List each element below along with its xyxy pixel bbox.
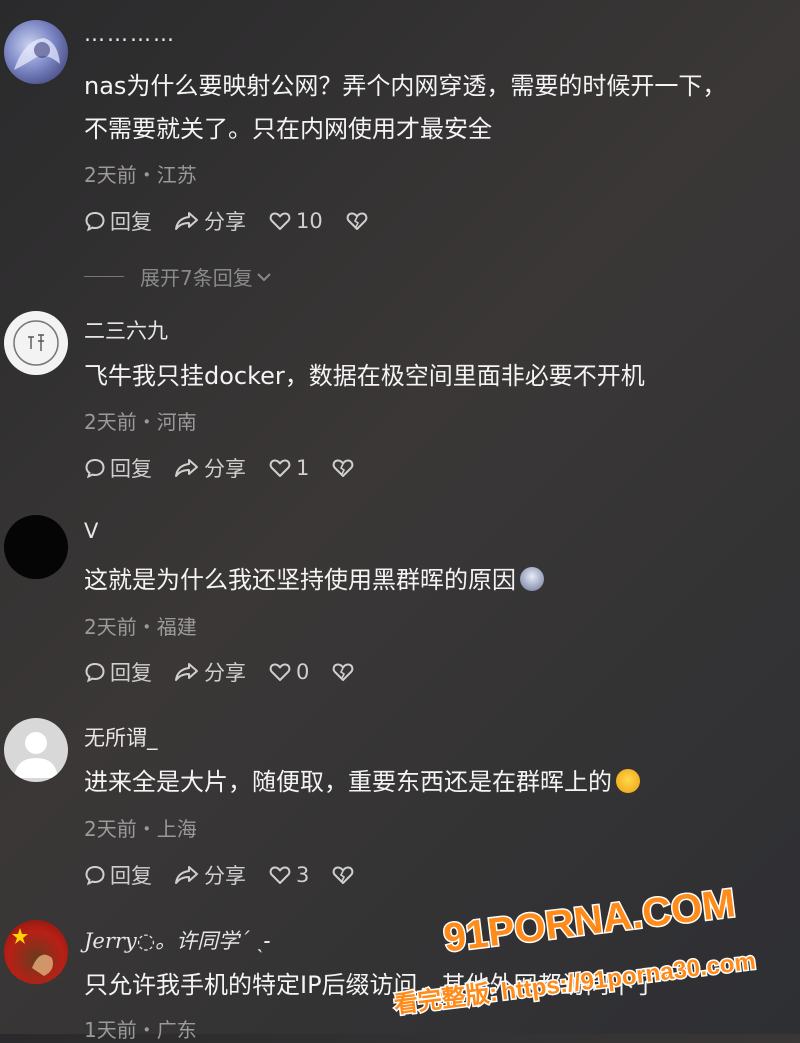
username[interactable]: ………… [84, 22, 176, 46]
heart-icon [269, 459, 291, 477]
divider [84, 276, 124, 277]
reply-button[interactable]: 回复 [84, 206, 152, 236]
comment-bubble-icon [85, 458, 105, 479]
emoji-icon [520, 567, 544, 591]
reply-label: 回复 [110, 210, 152, 234]
share-label: 分享 [204, 210, 246, 234]
comment-meta: 2天前・福建 [84, 615, 197, 639]
avatar[interactable] [4, 920, 68, 984]
heart-icon [269, 866, 291, 884]
share-label: 分享 [204, 661, 246, 685]
avatar[interactable] [4, 311, 68, 375]
reply-label: 回复 [110, 457, 152, 481]
default-user-icon [14, 732, 58, 778]
chevron-down-icon [257, 272, 271, 281]
comment-actions: 回复 分享 10 [84, 206, 395, 236]
like-count: 3 [296, 863, 310, 887]
comment-actions: 回复 分享 1 [84, 453, 381, 483]
heart-icon [269, 212, 291, 230]
anime-avatar-icon [14, 38, 60, 70]
star-flag-avatar-icon [12, 928, 53, 976]
dislike-button[interactable] [345, 210, 373, 232]
comment-bubble-icon [85, 865, 105, 886]
username[interactable]: V [84, 519, 98, 543]
avatar[interactable] [4, 718, 68, 782]
avatar[interactable] [4, 20, 68, 84]
reply-button[interactable]: 回复 [84, 860, 152, 890]
like-button[interactable]: 0 [268, 660, 309, 684]
like-count: 1 [296, 456, 310, 480]
comment-actions: 回复 分享 0 [84, 657, 381, 687]
comment-text-line-1: 只允许我手机的特定IP后缀访问，其他外网都访问不了 [84, 971, 658, 999]
share-arrow-icon [175, 866, 198, 884]
reply-button[interactable]: 回复 [84, 657, 152, 687]
comment-actions: 回复 分享 3 [84, 860, 381, 890]
share-button[interactable]: 分享 [174, 657, 246, 687]
comment-meta: 2天前・河南 [84, 410, 197, 434]
broken-heart-icon [333, 663, 354, 681]
broken-heart-icon [333, 459, 354, 477]
share-arrow-icon [175, 212, 198, 230]
calligraphy-avatar-icon [13, 320, 59, 366]
share-label: 分享 [204, 864, 246, 888]
comment-text-line-1: 进来全是大片，随便取，重要东西还是在群晖上的 [84, 761, 800, 804]
reply-label: 回复 [110, 661, 152, 685]
share-button[interactable]: 分享 [174, 453, 246, 483]
broken-heart-icon [333, 866, 354, 884]
comment-text: 进来全是大片，随便取，重要东西还是在群晖上的 [84, 768, 612, 796]
comment-text-line-1: 飞牛我只挂docker，数据在极空间里面非必要不开机 [84, 362, 645, 390]
comment-text-line-1: nas为什么要映射公网？弄个内网穿透，需要的时候开一下， [84, 72, 727, 100]
share-button[interactable]: 分享 [174, 206, 246, 236]
comment-meta: 2天前・江苏 [84, 163, 197, 187]
watermark-brand: 91PORNA.COM [441, 881, 738, 960]
broken-heart-icon [346, 212, 368, 230]
expand-replies-button[interactable]: 展开7条回复 [84, 262, 273, 291]
comment-text-line-1: 这就是为什么我还坚持使用黑群晖的原因 [84, 559, 800, 602]
like-count: 10 [296, 209, 323, 233]
share-arrow-icon [175, 459, 198, 477]
dislike-button[interactable] [331, 457, 359, 479]
share-button[interactable]: 分享 [174, 860, 246, 890]
like-button[interactable]: 1 [268, 456, 309, 480]
reply-label: 回复 [110, 864, 152, 888]
username[interactable]: Jerry◌。许同学´ ˎ˗ [84, 925, 272, 955]
comment-meta: 2天前・上海 [84, 817, 197, 841]
username[interactable]: 二三六九 [84, 315, 168, 345]
comment-text: 这就是为什么我还坚持使用黑群晖的原因 [84, 566, 516, 594]
comment-text-line-2: 不需要就关了。只在内网使用才最安全 [84, 115, 492, 143]
expand-replies-label: 展开7条回复 [140, 266, 253, 290]
like-count: 0 [296, 660, 310, 684]
emoji-icon [616, 769, 640, 793]
share-arrow-icon [175, 663, 198, 681]
like-button[interactable]: 10 [268, 209, 323, 233]
comment-meta: 1天前・广东 [84, 1018, 197, 1042]
comment-bubble-icon [85, 662, 105, 683]
reply-button[interactable]: 回复 [84, 453, 152, 483]
dislike-button[interactable] [331, 661, 359, 683]
comment-bubble-icon [85, 211, 105, 232]
like-button[interactable]: 3 [268, 863, 309, 887]
avatar[interactable] [4, 515, 68, 579]
username[interactable]: 无所谓_ [84, 722, 158, 752]
dislike-button[interactable] [331, 864, 359, 886]
heart-icon [269, 663, 291, 681]
share-label: 分享 [204, 457, 246, 481]
